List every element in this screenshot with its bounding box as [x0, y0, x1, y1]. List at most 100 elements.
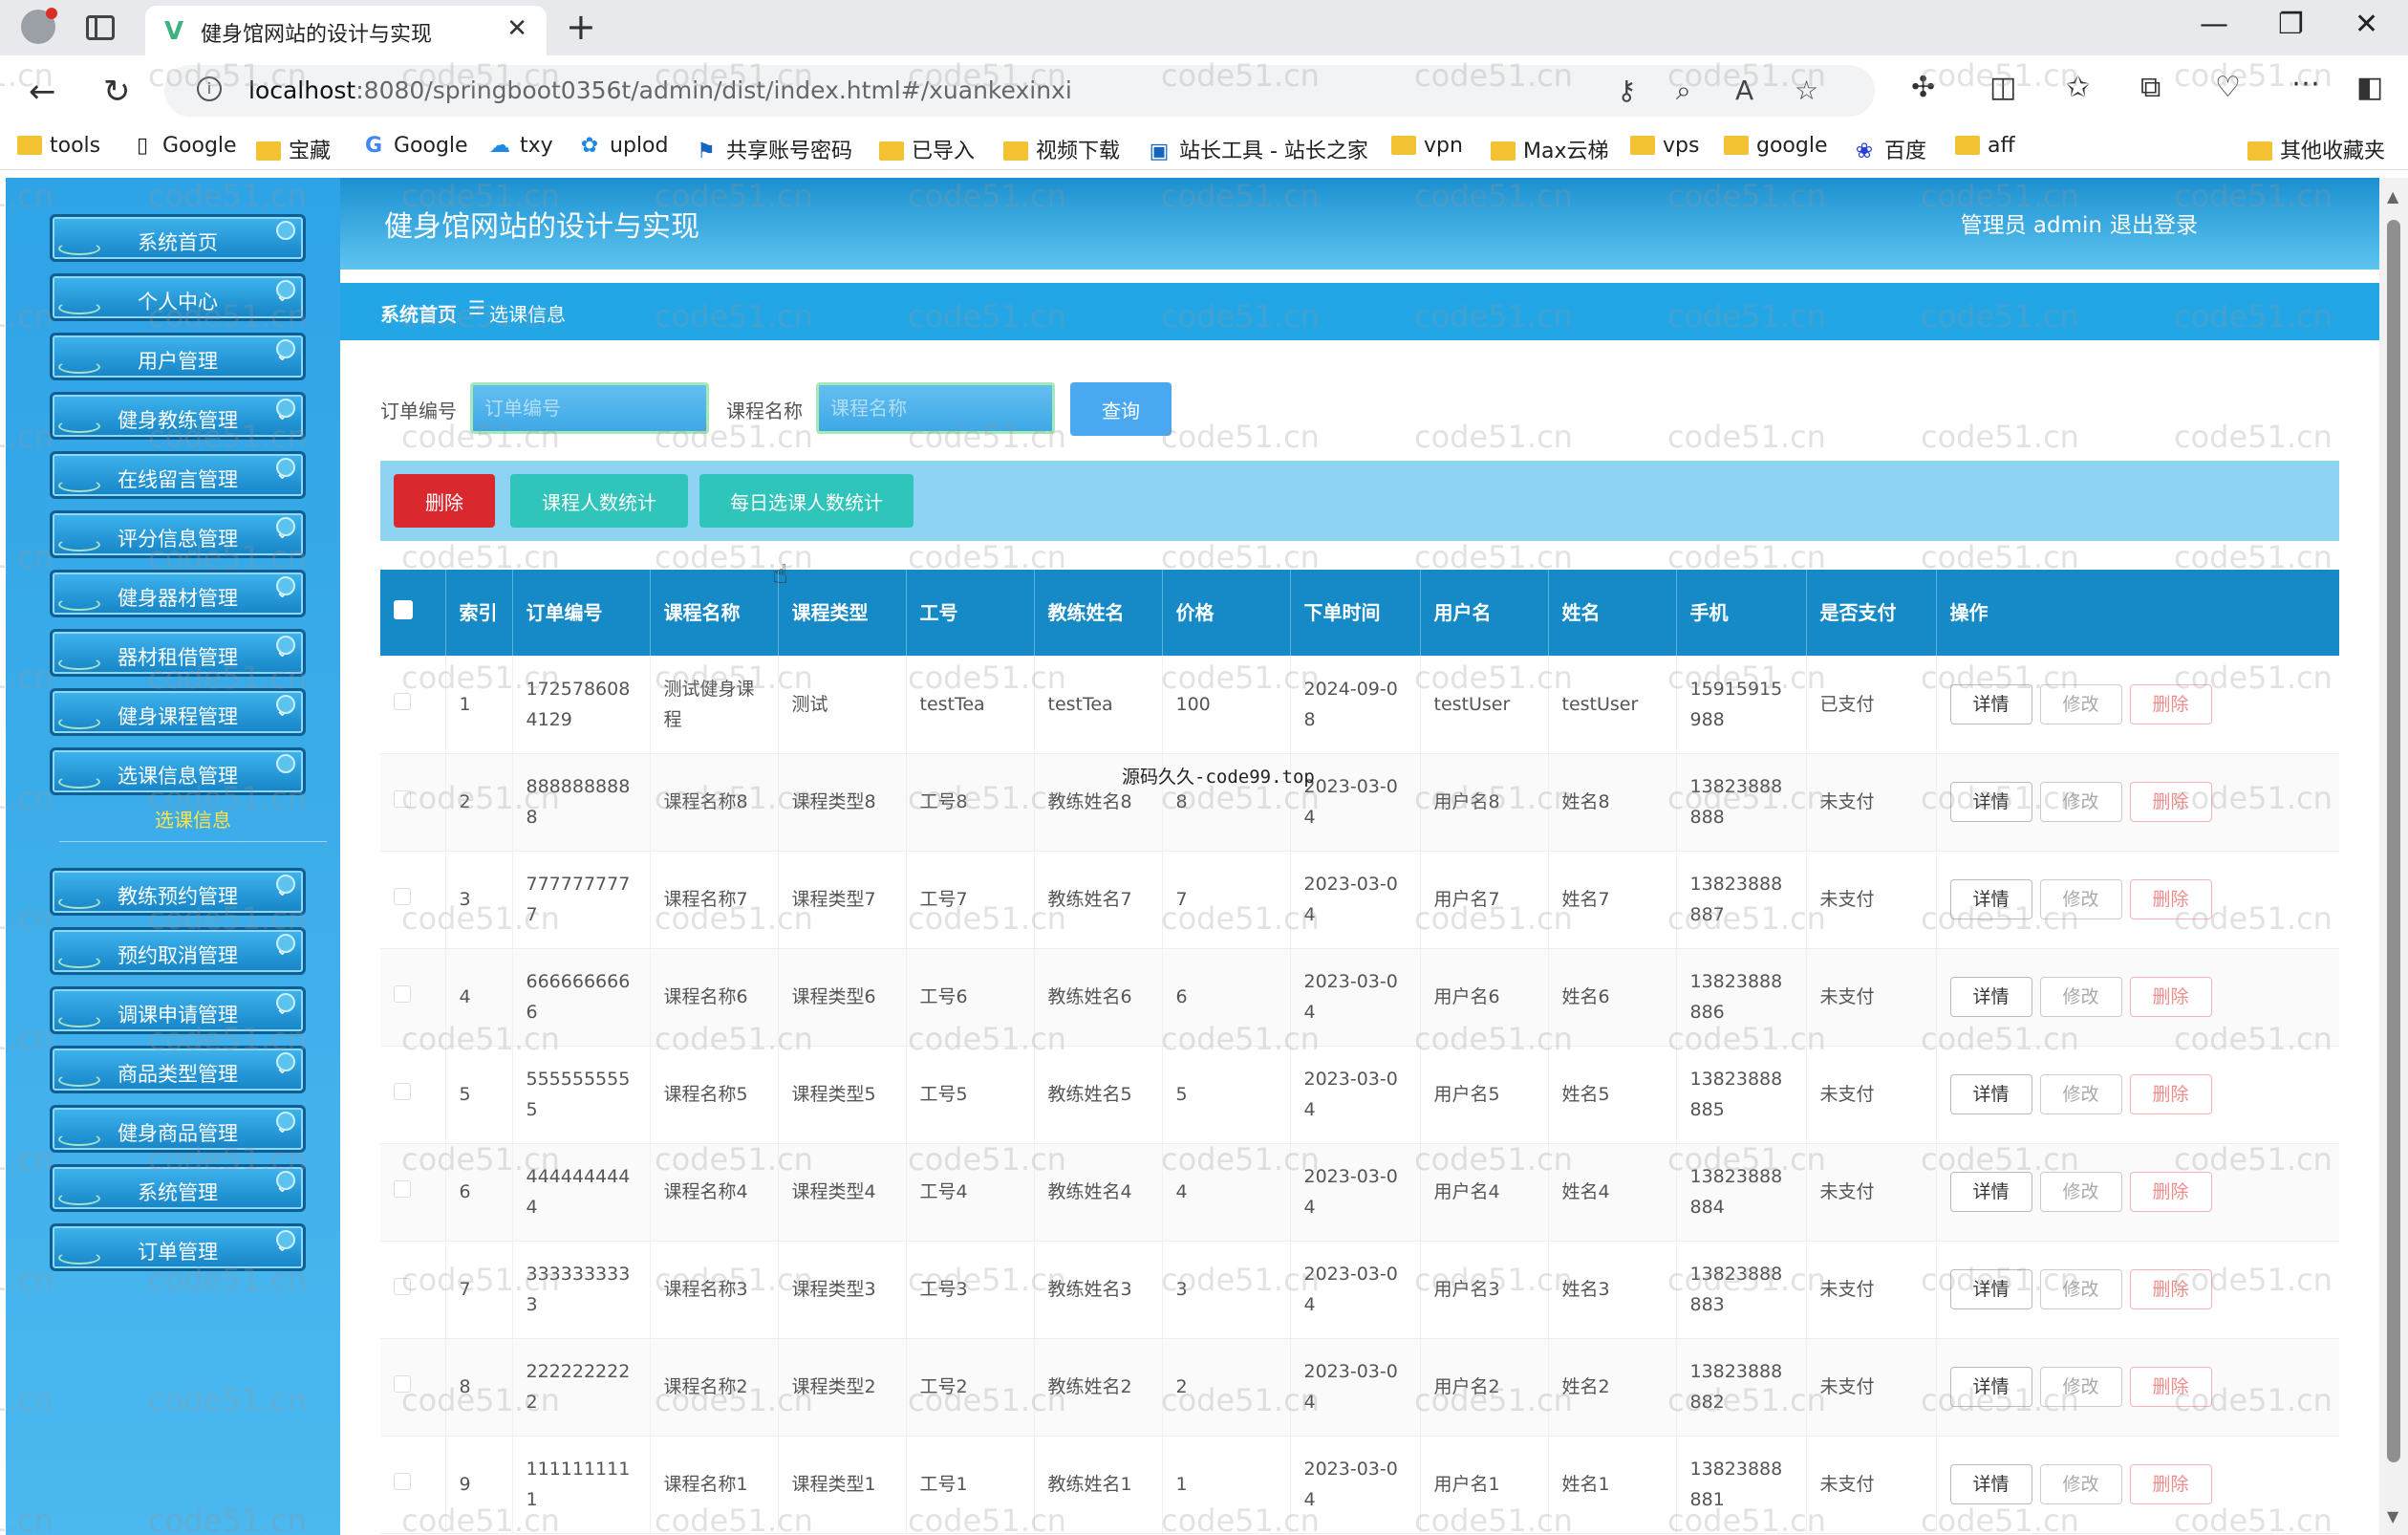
- detail-button[interactable]: 详情: [1949, 1172, 2032, 1212]
- course-name-input[interactable]: [816, 382, 1055, 434]
- sidebar-item-ratings[interactable]: 评分信息管理 ⌄: [50, 510, 306, 558]
- delete-row-button[interactable]: 删除: [2129, 1464, 2212, 1504]
- bookmark-shared-accounts[interactable]: ⚑ 共享账号密码: [694, 134, 852, 164]
- delete-row-button[interactable]: 删除: [2129, 977, 2212, 1017]
- sidebar-item-rentals[interactable]: 器材租借管理 ⌄: [50, 629, 306, 677]
- page-scrollbar[interactable]: ▲ ▼: [2379, 178, 2408, 1535]
- bookmark-vps[interactable]: vps: [1630, 134, 1699, 158]
- favorites-icon[interactable]: ✩: [2066, 71, 2090, 104]
- row-checkbox[interactable]: [380, 948, 446, 1047]
- sidebar-item-course-selection[interactable]: 选课信息管理 ⌃: [50, 747, 306, 795]
- sidebar-item-system[interactable]: 系统管理 ⌄: [50, 1164, 306, 1212]
- detail-button[interactable]: 详情: [1949, 1074, 2032, 1114]
- course-count-stats-button[interactable]: 课程人数统计: [510, 474, 688, 528]
- bookmark-max[interactable]: Max云梯: [1491, 134, 1608, 164]
- select-all-checkbox[interactable]: [380, 570, 446, 656]
- sidebar-item-coach-booking[interactable]: 教练预约管理 ⌄: [50, 868, 306, 916]
- bookmark-video-download[interactable]: 视频下载: [1003, 134, 1120, 164]
- row-checkbox[interactable]: [380, 1436, 446, 1534]
- edit-button[interactable]: 修改: [2039, 879, 2122, 919]
- bookmark-other[interactable]: 其他收藏夹: [2247, 134, 2385, 164]
- sidebar-item-courses[interactable]: 健身课程管理 ⌄: [50, 688, 306, 736]
- edit-button[interactable]: 修改: [2039, 1074, 2122, 1114]
- edit-button[interactable]: 修改: [2039, 1367, 2122, 1407]
- split-screen-icon[interactable]: ◫: [1989, 71, 2016, 104]
- extensions-icon[interactable]: ✣: [1911, 71, 1935, 104]
- row-checkbox[interactable]: [380, 753, 446, 852]
- edit-button[interactable]: 修改: [2039, 1464, 2122, 1504]
- logout-link[interactable]: 退出登录: [2110, 206, 2198, 239]
- delete-row-button[interactable]: 删除: [2129, 1074, 2212, 1114]
- bookmark-google-folder[interactable]: google: [1724, 134, 1828, 158]
- detail-button[interactable]: 详情: [1949, 977, 2032, 1017]
- new-tab-icon[interactable]: +: [566, 6, 596, 48]
- collections-icon[interactable]: ⧉: [2140, 71, 2161, 104]
- bookmark-uplod[interactable]: ✿ uplod: [577, 134, 669, 158]
- detail-button[interactable]: 详情: [1949, 879, 2032, 919]
- bookmark-google-page[interactable]: ▯ Google: [130, 134, 237, 158]
- query-button[interactable]: 查询: [1070, 382, 1172, 436]
- detail-button[interactable]: 详情: [1949, 683, 2032, 724]
- minimize-icon[interactable]: —: [2200, 8, 2228, 41]
- sidebar-subitem-course-selection-info[interactable]: 选课信息: [59, 805, 327, 832]
- key-icon[interactable]: ⚷: [1617, 75, 1637, 106]
- more-menu-icon[interactable]: ⋯: [2291, 67, 2320, 100]
- detail-button[interactable]: 详情: [1949, 1464, 2032, 1504]
- row-checkbox[interactable]: [380, 1143, 446, 1242]
- row-checkbox[interactable]: [380, 1338, 446, 1437]
- bookmark-imported[interactable]: 已导入: [879, 134, 975, 164]
- restore-icon[interactable]: ❐: [2278, 8, 2304, 41]
- bookmark-baozang[interactable]: 宝藏: [256, 134, 331, 164]
- sidebar-item-equipment[interactable]: 健身器材管理 ⌄: [50, 570, 306, 617]
- row-checkbox[interactable]: [380, 656, 446, 754]
- read-aloud-icon[interactable]: A: [1735, 75, 1753, 106]
- delete-row-button[interactable]: 删除: [2129, 782, 2212, 822]
- batch-delete-button[interactable]: 删除: [394, 474, 495, 528]
- edit-button[interactable]: 修改: [2039, 782, 2122, 822]
- bookmark-tools[interactable]: tools: [17, 134, 100, 158]
- row-checkbox[interactable]: [380, 1046, 446, 1144]
- edit-button[interactable]: 修改: [2039, 1172, 2122, 1212]
- delete-row-button[interactable]: 删除: [2129, 1269, 2212, 1309]
- performance-icon[interactable]: ♡: [2215, 71, 2241, 104]
- window-close-icon[interactable]: ✕: [2354, 8, 2378, 41]
- browser-tab-active[interactable]: V 健身馆网站的设计与实现 ✕: [145, 6, 547, 55]
- bookmark-vpn[interactable]: vpn: [1391, 134, 1463, 158]
- sidebar-item-booking-cancel[interactable]: 预约取消管理 ⌄: [50, 927, 306, 975]
- site-info-icon[interactable]: i: [197, 76, 222, 101]
- sidebar-item-products[interactable]: 健身商品管理 ⌄: [50, 1105, 306, 1153]
- bookmark-baidu[interactable]: ❀ 百度: [1852, 134, 1926, 164]
- sidebar-toggle-icon[interactable]: ◧: [2356, 71, 2383, 104]
- row-checkbox[interactable]: [380, 851, 446, 949]
- url-field[interactable]: i localhost:8080/springboot0356t/admin/d…: [164, 65, 1875, 117]
- sidebar-item-product-types[interactable]: 商品类型管理 ⌄: [50, 1046, 306, 1093]
- order-number-input[interactable]: [470, 382, 709, 434]
- delete-row-button[interactable]: 删除: [2129, 879, 2212, 919]
- sidebar-item-profile[interactable]: 个人中心 ⌄: [50, 273, 306, 321]
- detail-button[interactable]: 详情: [1949, 782, 2032, 822]
- edit-button[interactable]: 修改: [2039, 977, 2122, 1017]
- zoom-icon[interactable]: ⌕: [1676, 75, 1691, 107]
- daily-selection-stats-button[interactable]: 每日选课人数统计: [699, 474, 914, 528]
- delete-row-button[interactable]: 删除: [2129, 1367, 2212, 1407]
- row-checkbox[interactable]: [380, 1241, 446, 1339]
- reload-icon[interactable]: ↻: [103, 73, 131, 111]
- sidebar-item-users[interactable]: 用户管理 ⌄: [50, 333, 306, 380]
- detail-button[interactable]: 详情: [1949, 1269, 2032, 1309]
- sidebar-item-messages[interactable]: 在线留言管理 ⌄: [50, 451, 306, 499]
- delete-row-button[interactable]: 删除: [2129, 1172, 2212, 1212]
- delete-row-button[interactable]: 删除: [2129, 683, 2212, 724]
- bookmark-aff[interactable]: aff: [1955, 134, 2015, 158]
- edit-button[interactable]: 修改: [2039, 1269, 2122, 1309]
- edit-button[interactable]: 修改: [2039, 683, 2122, 724]
- sidebar-item-coaches[interactable]: 健身教练管理 ⌄: [50, 392, 306, 440]
- sidebar-item-home[interactable]: 系统首页: [50, 214, 306, 262]
- scroll-up-icon[interactable]: ▲: [2387, 187, 2398, 205]
- close-tab-icon[interactable]: ✕: [506, 14, 527, 43]
- back-arrow-icon[interactable]: ←: [29, 73, 56, 111]
- tab-actions-icon[interactable]: [86, 15, 115, 40]
- sidebar-item-reschedule[interactable]: 调课申请管理 ⌄: [50, 986, 306, 1034]
- breadcrumb-home[interactable]: 系统首页: [380, 299, 457, 327]
- bookmark-chinaz[interactable]: ▣ 站长工具 - 站长之家: [1147, 134, 1368, 164]
- bookmark-txy[interactable]: ☁ txy: [487, 134, 553, 158]
